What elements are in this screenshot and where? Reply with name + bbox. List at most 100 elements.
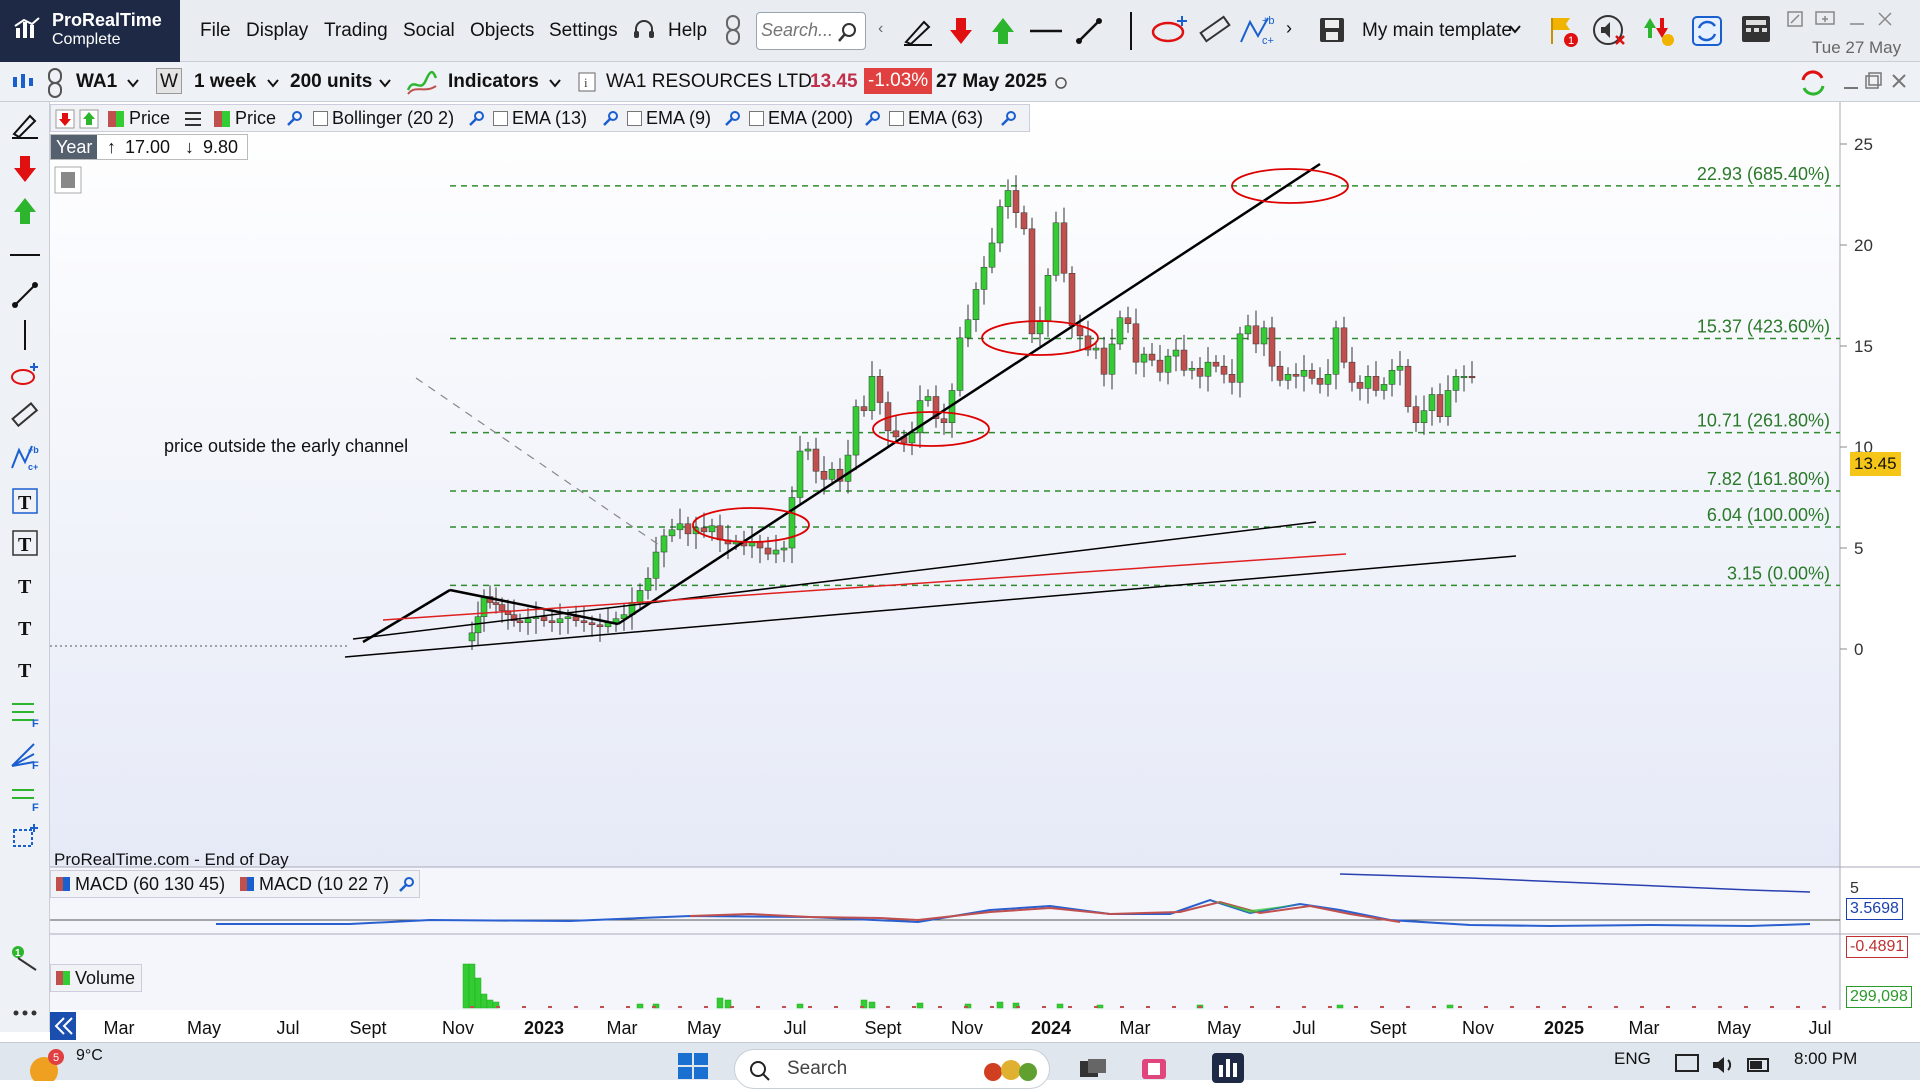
battery-icon[interactable]	[1746, 1055, 1772, 1077]
menu-help[interactable]: Help	[668, 20, 707, 42]
buy-arrow-tool-icon[interactable]	[10, 196, 40, 226]
headset-icon[interactable]	[632, 18, 656, 42]
menu-objects[interactable]: Objects	[470, 20, 534, 42]
ema13-checkbox[interactable]	[493, 111, 508, 126]
template-label[interactable]: My main template	[1362, 20, 1512, 42]
indicators-button[interactable]: Indicators	[448, 71, 539, 93]
sell-arrow-small-icon[interactable]	[55, 109, 75, 129]
taskbar-search[interactable]: Search	[734, 1049, 1050, 1089]
wrench-icon[interactable]	[467, 110, 485, 128]
price-label[interactable]: Price	[129, 108, 170, 129]
info-icon[interactable]: i	[578, 72, 596, 92]
overlay-bollinger[interactable]: Bollinger (20 2)	[313, 108, 454, 129]
clock-time[interactable]: 8:00 PM	[1794, 1049, 1857, 1069]
ruler-tool-icon[interactable]	[10, 400, 40, 430]
sync-icon[interactable]	[1690, 14, 1724, 48]
weather-temp[interactable]: 9°C	[76, 1047, 103, 1065]
link-chain-icon-2[interactable]	[44, 67, 66, 99]
abc-wave-tool-icon[interactable]: +b c+	[10, 442, 40, 472]
close-icon[interactable]	[1876, 10, 1894, 28]
ticker-select[interactable]: WA1	[76, 71, 117, 93]
scale-tool-icon[interactable]: 1	[10, 944, 40, 974]
link-chain-icon[interactable]	[722, 14, 744, 46]
overlay-ema9[interactable]: EMA (9)	[627, 108, 711, 129]
more-tools-icon[interactable]	[10, 998, 40, 1028]
ema9-checkbox[interactable]	[627, 111, 642, 126]
volume-icon[interactable]	[1710, 1053, 1738, 1077]
ema63-checkbox[interactable]	[889, 111, 904, 126]
menu-trading[interactable]: Trading	[324, 20, 388, 42]
chevron-down-icon[interactable]	[548, 77, 562, 89]
maximize-chart-icon[interactable]	[1864, 72, 1882, 90]
bollinger-checkbox[interactable]	[313, 111, 328, 126]
sell-arrow-icon[interactable]	[948, 16, 974, 46]
sound-off-icon[interactable]	[1592, 14, 1628, 48]
task-view-icon[interactable]	[1078, 1057, 1108, 1079]
timeframe-select[interactable]: 1 week	[194, 71, 256, 93]
wrench-icon[interactable]	[397, 876, 415, 894]
chart-type-icon[interactable]	[10, 71, 36, 93]
chevron-down-icon[interactable]	[1508, 22, 1522, 36]
text-tool-icon-2[interactable]: T	[10, 612, 40, 642]
trendline-tool-icon[interactable]	[10, 280, 40, 310]
overlay-ema63[interactable]: EMA (63)	[889, 108, 983, 129]
period-button[interactable]: W	[156, 68, 182, 94]
wrench-icon[interactable]	[285, 110, 303, 128]
text-tool-icon-3[interactable]: T	[10, 654, 40, 684]
scroll-right-icon[interactable]: ›	[1286, 18, 1292, 39]
fib-retracement-tool-icon[interactable]: F	[10, 698, 40, 728]
menu-social[interactable]: Social	[403, 20, 455, 42]
restore-icon[interactable]	[1786, 10, 1804, 28]
text-framed-tool-icon[interactable]: T	[10, 528, 40, 558]
close-chart-icon[interactable]	[1890, 72, 1908, 90]
fib-fan-tool-icon[interactable]: F	[10, 740, 40, 770]
minimize-chart-icon[interactable]	[1842, 74, 1860, 92]
chevron-down-icon[interactable]	[266, 77, 280, 89]
overlay-ema200[interactable]: EMA (200)	[749, 108, 853, 129]
wrench-icon[interactable]	[999, 110, 1017, 128]
prorealtime-taskbar-icon[interactable]	[1212, 1053, 1244, 1083]
screen-icon[interactable]	[1814, 8, 1836, 30]
wrench-icon[interactable]	[863, 110, 881, 128]
ruler-icon[interactable]	[1198, 14, 1232, 46]
menu-display[interactable]: Display	[246, 20, 308, 42]
buy-arrow-small-icon[interactable]	[79, 109, 99, 129]
menu-settings[interactable]: Settings	[549, 20, 618, 42]
snipping-tool-icon[interactable]	[1140, 1053, 1170, 1081]
abc-wave-icon[interactable]: +b c+	[1238, 12, 1276, 48]
search-input[interactable]	[761, 13, 841, 47]
search-field[interactable]	[756, 12, 866, 50]
chart-area[interactable]: 22.93 (685.40%) 15.37 (423.60%) 10.71 (261…	[50, 102, 1920, 1032]
language-indicator[interactable]: ENG	[1614, 1049, 1651, 1069]
pencil-tool-icon[interactable]	[10, 110, 40, 140]
price-label-2[interactable]: Price	[235, 108, 276, 129]
fib-time-tool-icon[interactable]: F	[10, 782, 40, 812]
rectangle-tool-icon[interactable]	[10, 822, 40, 852]
weather-icon[interactable]: 5	[26, 1047, 66, 1081]
macd-label-1[interactable]: MACD (60 130 45)	[75, 874, 225, 895]
refresh-icon[interactable]	[1796, 68, 1830, 98]
search-icon[interactable]	[837, 21, 859, 43]
buy-arrow-icon[interactable]	[990, 16, 1016, 46]
vertical-line-tool-icon[interactable]	[10, 320, 40, 350]
volume-label[interactable]: Volume	[75, 968, 135, 989]
wrench-icon[interactable]	[601, 110, 619, 128]
wrench-icon[interactable]	[723, 110, 741, 128]
windows-start-icon[interactable]	[676, 1051, 710, 1081]
list-icon[interactable]	[183, 110, 203, 128]
trendline-icon[interactable]	[1074, 16, 1104, 46]
text-boxed-tool-icon[interactable]: T	[10, 486, 40, 516]
chevron-down-icon[interactable]	[126, 77, 140, 89]
macd-label-2[interactable]: MACD (10 22 7)	[259, 874, 389, 895]
indicators-icon[interactable]	[406, 68, 438, 96]
calculator-small-icon[interactable]	[54, 166, 82, 194]
ellipse-tool-icon[interactable]	[1150, 14, 1190, 46]
menu-file[interactable]: File	[200, 20, 231, 42]
sell-arrow-tool-icon[interactable]	[10, 154, 40, 184]
units-select[interactable]: 200 units	[290, 71, 372, 93]
ema200-checkbox[interactable]	[749, 111, 764, 126]
alert-flag-icon[interactable]: 1	[1548, 14, 1580, 48]
horizontal-line-icon[interactable]	[1028, 16, 1064, 46]
text-tool-icon[interactable]: T	[10, 570, 40, 600]
ellipse-tool-icon[interactable]	[10, 360, 40, 390]
